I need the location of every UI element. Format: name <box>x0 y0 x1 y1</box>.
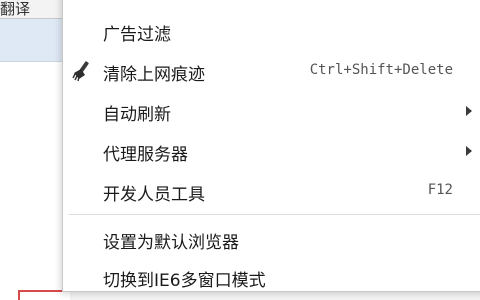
menu-item-label: 切换到IE6多窗口模式 <box>103 271 266 291</box>
menu-separator <box>69 214 480 215</box>
menu-item-label: 设置为默认浏览器 <box>103 233 239 253</box>
menu-item-label: 自动刷新 <box>103 105 171 125</box>
browser-window-background: 翻译 <box>0 0 70 300</box>
menu-item-clear-history[interactable]: 清除上网痕迹 Ctrl+Shift+Delete <box>63 51 480 91</box>
menu-item-switch-ie6-mode[interactable]: 切换到IE6多窗口模式 <box>63 257 480 297</box>
menu-item-auto-refresh[interactable]: 自动刷新 <box>63 91 480 131</box>
browser-tab-title: 翻译 <box>0 0 31 18</box>
menu-item-ad-filter[interactable]: 广告过滤 <box>63 11 480 51</box>
broom-icon <box>71 59 95 83</box>
submenu-arrow-icon <box>466 106 472 116</box>
menu-item-shortcut: Ctrl+Shift+Delete <box>309 62 453 78</box>
highlight-box-left-edge <box>18 290 20 300</box>
menu-item-label: 广告过滤 <box>103 25 171 45</box>
screen: 翻译 广告过滤 清除上网痕迹 Ctrl+Shift+Delete 自动刷新 代理… <box>0 0 480 300</box>
menu-item-proxy-server[interactable]: 代理服务器 <box>63 131 480 171</box>
menu-item-shortcut: F12 <box>427 182 453 198</box>
tools-menu: 广告过滤 清除上网痕迹 Ctrl+Shift+Delete 自动刷新 代理服务器… <box>62 0 480 292</box>
menu-item-label: 开发人员工具 <box>103 185 205 205</box>
menu-item-label: 清除上网痕迹 <box>103 65 205 85</box>
browser-toolbar <box>0 19 70 62</box>
menu-item-label: 代理服务器 <box>103 145 188 165</box>
menu-item-set-default-browser[interactable]: 设置为默认浏览器 <box>63 219 480 259</box>
browser-tab[interactable]: 翻译 <box>0 0 69 19</box>
submenu-arrow-icon <box>466 146 472 156</box>
menu-item-developer-tools[interactable]: 开发人员工具 F12 <box>63 171 480 211</box>
